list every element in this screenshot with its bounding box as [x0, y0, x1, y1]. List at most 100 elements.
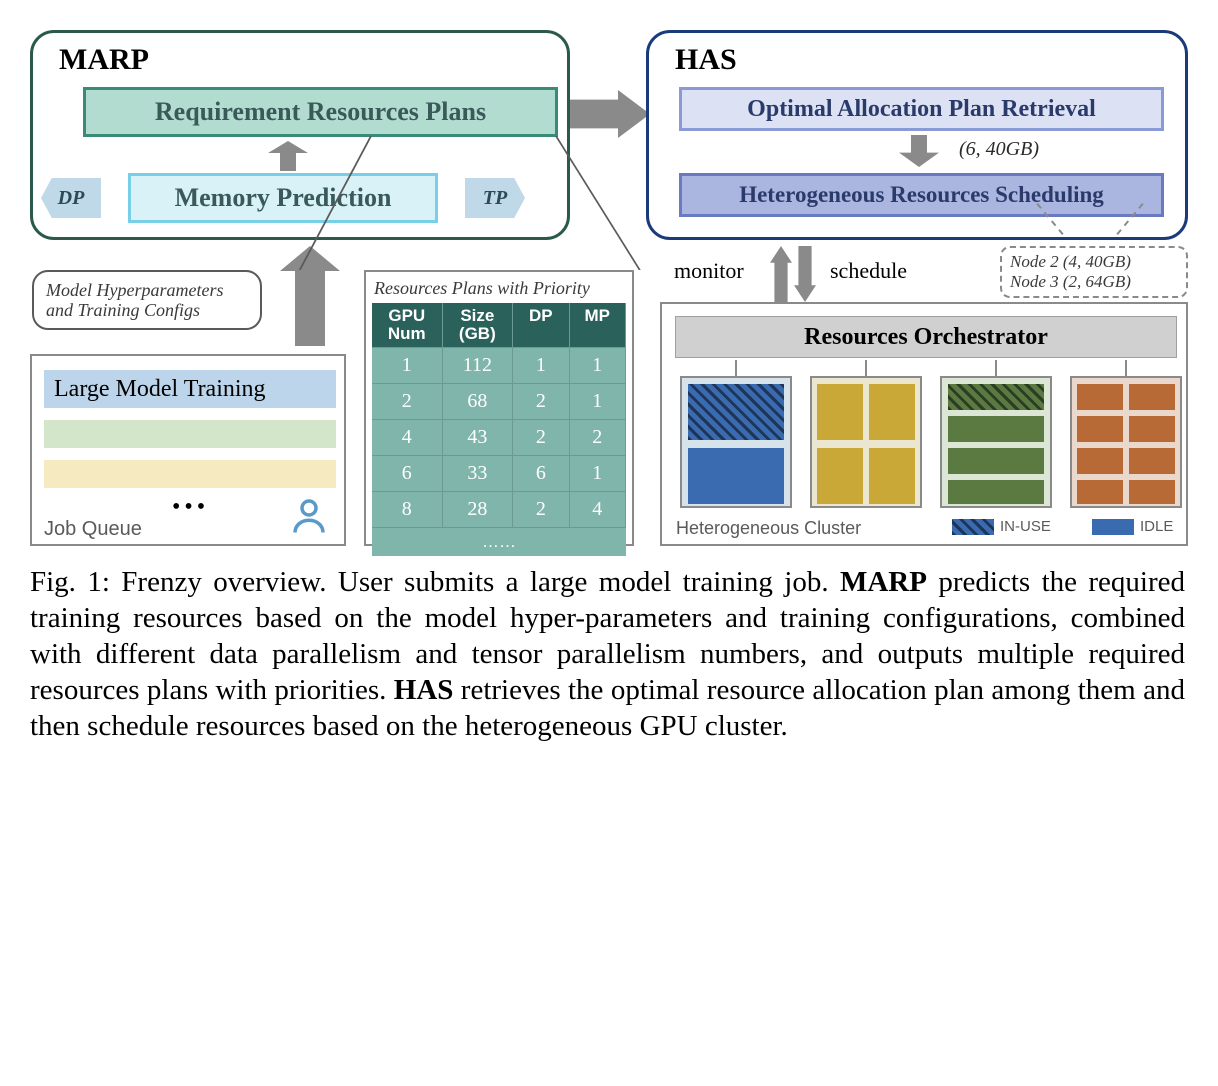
table-cell: 2	[570, 419, 626, 455]
gpu-block-inuse	[688, 384, 784, 440]
table-dots: ……	[372, 527, 626, 556]
arrow-up-large-icon	[280, 246, 340, 346]
cluster-node-3	[940, 376, 1052, 508]
legend-swatch-icon	[952, 519, 994, 535]
gpu-block-idle	[688, 448, 784, 504]
legend-text: IN-USE	[1000, 518, 1051, 535]
requirement-resources-plans: Requirement Resources Plans	[83, 87, 558, 137]
arrow-down-icon	[899, 135, 939, 167]
arrow-up-icon	[770, 246, 792, 302]
gpu-block-idle	[1077, 480, 1123, 504]
hyperparameters-callout: Model Hyperparameters and Training Confi…	[32, 270, 262, 330]
job-bar-blue: Large Model Training	[44, 370, 336, 408]
node-line: Node 3 (2, 64GB)	[1010, 272, 1178, 292]
gpu-block-idle	[1129, 384, 1175, 410]
table-header: MP	[570, 303, 626, 347]
node-callout: Node 2 (4, 40GB) Node 3 (2, 64GB)	[1000, 246, 1188, 298]
cluster-node-1	[680, 376, 792, 508]
connector	[995, 360, 997, 376]
table-cell: 2	[372, 383, 443, 419]
job-bar-green	[44, 420, 336, 448]
memory-prediction: Memory Prediction	[128, 173, 438, 223]
gpu-block-idle	[948, 448, 1044, 474]
legend-idle: IDLE	[1092, 518, 1173, 535]
table-cell: 2	[513, 419, 569, 455]
table-cell: 2	[513, 491, 569, 527]
table-cell: 112	[443, 347, 514, 383]
table-grid: GPU Num Size (GB) DP MP 1 112 1 1 2 68 2…	[372, 303, 626, 556]
gpu-block-idle	[1129, 480, 1175, 504]
user-icon	[288, 494, 330, 536]
caption-text: Fig. 1: Frenzy overview. User submits a …	[30, 566, 840, 598]
has-title: HAS	[675, 43, 737, 77]
table-cell: 43	[443, 419, 514, 455]
arrow-up-icon	[268, 141, 308, 171]
optimal-allocation: Optimal Allocation Plan Retrieval	[679, 87, 1164, 131]
table-header: DP	[513, 303, 569, 347]
job-bar-yellow	[44, 460, 336, 488]
gpu-block-idle	[817, 384, 863, 440]
table-cell: 1	[372, 347, 443, 383]
cluster-label: Heterogeneous Cluster	[676, 518, 861, 539]
tp-tag: TP	[465, 178, 525, 218]
allocation-tuple: (6, 40GB)	[959, 138, 1039, 161]
node-line: Node 2 (4, 40GB)	[1010, 252, 1178, 272]
figure-container: MARP Requirement Resources Plans DP Memo…	[30, 30, 1188, 744]
table-cell: 8	[372, 491, 443, 527]
gpu-block-idle	[948, 416, 1044, 442]
gpu-block-idle	[869, 384, 915, 440]
table-cell: 33	[443, 455, 514, 491]
caption-has: HAS	[394, 674, 454, 706]
legend-swatch-icon	[1092, 519, 1134, 535]
gpu-block-idle	[1077, 448, 1123, 474]
connector	[1125, 360, 1127, 376]
marp-title: MARP	[59, 43, 149, 77]
table-title: Resources Plans with Priority	[372, 276, 626, 303]
arrow-right-icon	[570, 90, 650, 138]
diagram-area: MARP Requirement Resources Plans DP Memo…	[30, 30, 1188, 550]
table-header: Size (GB)	[443, 303, 514, 347]
monitor-label: monitor	[674, 258, 744, 284]
gpu-block-idle	[869, 448, 915, 504]
legend-inuse: IN-USE	[952, 518, 1051, 535]
marp-box: MARP Requirement Resources Plans DP Memo…	[30, 30, 570, 240]
job-queue-box: Large Model Training ••• Job Queue	[30, 354, 346, 546]
gpu-block-idle	[948, 480, 1044, 504]
table-cell: 2	[513, 383, 569, 419]
dp-tag: DP	[41, 178, 101, 218]
cluster-box: Resources Orchestrator	[660, 302, 1188, 546]
resources-orchestrator: Resources Orchestrator	[675, 316, 1177, 358]
figure-caption: Fig. 1: Frenzy overview. User submits a …	[30, 564, 1185, 744]
connector	[735, 360, 737, 376]
table-cell: 6	[513, 455, 569, 491]
table-cell: 1	[513, 347, 569, 383]
monitor-schedule-arrows	[770, 246, 816, 302]
job-queue-dots: •••	[172, 494, 209, 521]
schedule-label: schedule	[830, 258, 907, 284]
has-box: HAS Optimal Allocation Plan Retrieval (6…	[646, 30, 1188, 240]
table-cell: 68	[443, 383, 514, 419]
legend-text: IDLE	[1140, 518, 1173, 535]
arrow-down-icon	[794, 246, 816, 302]
job-queue-label: Job Queue	[44, 518, 142, 541]
table-cell: 6	[372, 455, 443, 491]
table-cell: 1	[570, 347, 626, 383]
cluster-node-2	[810, 376, 922, 508]
table-header: GPU Num	[372, 303, 443, 347]
resources-plans-table: Resources Plans with Priority GPU Num Si…	[364, 270, 634, 546]
gpu-block-idle	[1077, 384, 1123, 410]
gpu-block-idle	[1129, 448, 1175, 474]
gpu-block-inuse	[948, 384, 1044, 410]
table-cell: 4	[570, 491, 626, 527]
table-cell: 28	[443, 491, 514, 527]
gpu-block-idle	[1077, 416, 1123, 442]
cluster-node-4	[1070, 376, 1182, 508]
connector	[865, 360, 867, 376]
gpu-block-idle	[1129, 416, 1175, 442]
table-cell: 4	[372, 419, 443, 455]
gpu-block-idle	[817, 448, 863, 504]
table-cell: 1	[570, 455, 626, 491]
caption-marp: MARP	[840, 566, 927, 598]
heterogeneous-scheduling: Heterogeneous Resources Scheduling	[679, 173, 1164, 217]
table-cell: 1	[570, 383, 626, 419]
